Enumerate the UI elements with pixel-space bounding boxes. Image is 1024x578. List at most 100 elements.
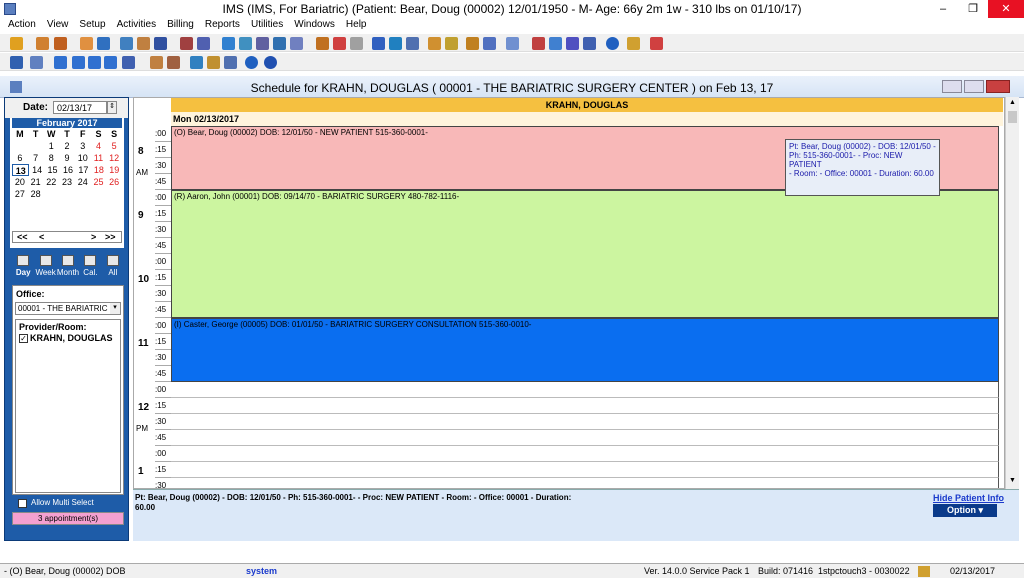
- menu-windows[interactable]: Windows: [290, 18, 339, 32]
- time-slot[interactable]: [171, 478, 999, 488]
- scroll-up-icon[interactable]: ▲: [1009, 99, 1016, 106]
- help-icon[interactable]: [245, 56, 258, 69]
- network-icon[interactable]: [290, 37, 303, 50]
- close-button[interactable]: ✕: [988, 0, 1024, 18]
- calendar-grid-icon[interactable]: [122, 56, 135, 69]
- tools-icon[interactable]: [30, 56, 43, 69]
- lock-icon[interactable]: [627, 37, 640, 50]
- calendar-day[interactable]: 25: [91, 176, 107, 188]
- day-view-button[interactable]: Day: [12, 254, 34, 280]
- close-icon[interactable]: [264, 56, 277, 69]
- calendar-day[interactable]: 15: [45, 164, 60, 176]
- last-icon[interactable]: [104, 56, 117, 69]
- calendar-day[interactable]: 19: [107, 164, 122, 176]
- vertical-scrollbar[interactable]: ▲ ▼: [1005, 97, 1019, 489]
- sync-icon[interactable]: [190, 56, 203, 69]
- refresh-icon[interactable]: [239, 37, 252, 50]
- calendar-day[interactable]: 8: [43, 152, 59, 164]
- export-icon[interactable]: [566, 37, 579, 50]
- calendar-day[interactable]: 6: [12, 152, 28, 164]
- month-view-button[interactable]: Month: [57, 254, 79, 280]
- time-slot[interactable]: [171, 382, 999, 398]
- calendar-day[interactable]: 3: [75, 140, 91, 152]
- calendar-day[interactable]: 4: [91, 140, 107, 152]
- next-month-button[interactable]: >: [91, 232, 96, 242]
- form-icon[interactable]: [583, 37, 596, 50]
- calendar-day[interactable]: 17: [76, 164, 91, 176]
- notes-icon[interactable]: [97, 37, 110, 50]
- week-view-button[interactable]: Week: [34, 254, 56, 280]
- group-icon[interactable]: [273, 37, 286, 50]
- calendar-day[interactable]: 26: [106, 176, 122, 188]
- schedule-icon[interactable]: [333, 37, 346, 50]
- folder-icon[interactable]: [80, 37, 93, 50]
- forward-icon[interactable]: [88, 56, 101, 69]
- print-icon[interactable]: [406, 37, 419, 50]
- cal-view-button[interactable]: Cal.: [79, 254, 101, 280]
- back-icon[interactable]: [72, 56, 85, 69]
- time-slot[interactable]: [171, 462, 999, 478]
- chevron-down-icon[interactable]: ▾: [110, 303, 120, 314]
- calendar-day[interactable]: 10: [75, 152, 91, 164]
- paste-appt-icon[interactable]: [167, 56, 180, 69]
- menu-action[interactable]: Action: [4, 18, 40, 32]
- save-icon[interactable]: [224, 56, 237, 69]
- lab-icon[interactable]: [137, 37, 150, 50]
- prev-month-fast-button[interactable]: <<: [17, 232, 28, 242]
- calendar-day[interactable]: 2: [59, 140, 75, 152]
- report-icon[interactable]: [180, 37, 193, 50]
- calendar-day[interactable]: 13: [12, 164, 30, 176]
- building-icon[interactable]: [466, 37, 479, 50]
- menu-billing[interactable]: Billing: [163, 18, 198, 32]
- restore-button[interactable]: ❐: [958, 0, 988, 18]
- list-icon[interactable]: [350, 37, 363, 50]
- appointment-count-button[interactable]: 3 appointment(s): [12, 512, 124, 525]
- time-slot[interactable]: [171, 430, 999, 446]
- exchange-icon[interactable]: [549, 37, 562, 50]
- hide-patient-info-link[interactable]: Hide Patient Info: [933, 493, 1004, 503]
- time-slot[interactable]: [171, 446, 999, 462]
- transfer-icon[interactable]: [532, 37, 545, 50]
- calendar-day[interactable]: 11: [91, 152, 107, 164]
- help-icon[interactable]: [606, 37, 619, 50]
- schedule-close-button[interactable]: [986, 80, 1010, 93]
- patient-icon[interactable]: [10, 37, 23, 50]
- calendar-day[interactable]: 28: [28, 188, 44, 200]
- all-view-button[interactable]: All: [102, 254, 124, 280]
- copy-appt-icon[interactable]: [150, 56, 163, 69]
- binoculars-icon[interactable]: [10, 56, 23, 69]
- date-input[interactable]: 02/13/17: [53, 101, 107, 114]
- people-icon[interactable]: [256, 37, 269, 50]
- calendar-day[interactable]: 14: [29, 164, 44, 176]
- calendar-day[interactable]: 20: [12, 176, 28, 188]
- office-select[interactable]: 00001 - THE BARIATRIC: [15, 302, 121, 315]
- minimize-button[interactable]: –: [928, 0, 958, 18]
- calendar-day[interactable]: 1: [43, 140, 59, 152]
- calendar-day[interactable]: 16: [60, 164, 75, 176]
- image-icon[interactable]: [428, 37, 441, 50]
- calendar-day[interactable]: 9: [59, 152, 75, 164]
- user-edit-icon[interactable]: [54, 37, 67, 50]
- date-spinner[interactable]: ⇕: [107, 101, 117, 114]
- exit-icon[interactable]: [650, 37, 663, 50]
- provider-checkbox[interactable]: ✓: [19, 334, 28, 343]
- next-month-fast-button[interactable]: >>: [105, 232, 116, 242]
- scroll-down-icon[interactable]: ▼: [1009, 477, 1016, 484]
- time-slot[interactable]: [171, 398, 999, 414]
- document-icon[interactable]: [197, 37, 210, 50]
- calendar-day[interactable]: 18: [91, 164, 106, 176]
- menu-help[interactable]: Help: [342, 18, 371, 32]
- menu-utilities[interactable]: Utilities: [247, 18, 287, 32]
- menu-view[interactable]: View: [43, 18, 73, 32]
- calendar-day[interactable]: 27: [12, 188, 28, 200]
- sign-icon[interactable]: [372, 37, 385, 50]
- calendar-day[interactable]: 12: [106, 152, 122, 164]
- chart-icon[interactable]: [120, 37, 133, 50]
- schedule-minimize-button[interactable]: [942, 80, 962, 93]
- arrows-icon[interactable]: [222, 37, 235, 50]
- calendar-day[interactable]: 22: [43, 176, 59, 188]
- appointment-block[interactable]: (I) Caster, George (00005) DOB: 01/01/50…: [171, 318, 999, 382]
- schedule-restore-button[interactable]: [964, 80, 984, 93]
- calendar-day[interactable]: 24: [75, 176, 91, 188]
- mail-icon[interactable]: [389, 37, 402, 50]
